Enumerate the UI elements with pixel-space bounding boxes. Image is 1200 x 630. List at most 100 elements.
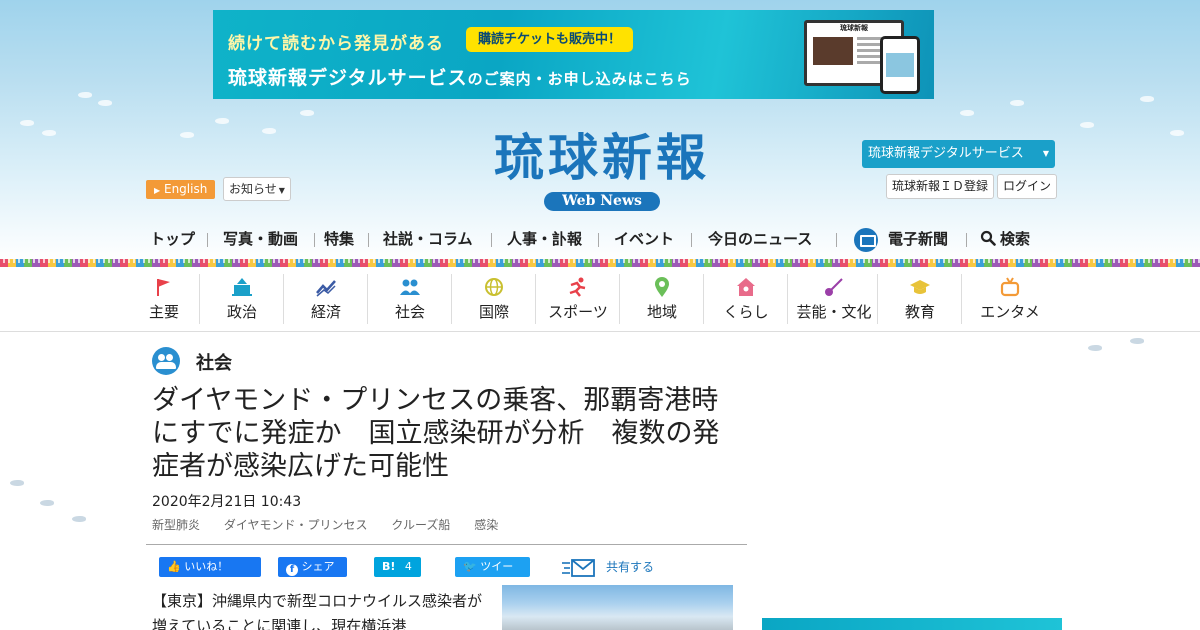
category-label: エンタメ — [980, 303, 1040, 321]
category-label: スポーツ — [548, 303, 608, 321]
category-label: 社会 — [394, 303, 425, 321]
category-society[interactable]: 社会 — [384, 274, 436, 326]
hatena-bookmark-button[interactable]: B! 4 — [374, 557, 421, 577]
digital-service-label: 琉球新報デジタルサービス — [868, 146, 1024, 161]
category-international[interactable]: 国際 — [468, 274, 520, 326]
facebook-share-button[interactable]: f シェア — [278, 557, 347, 577]
twitter-icon: 🐦 — [463, 560, 477, 573]
main-nav: トップ 写真・動画 特集 社説・コラム 人事・訃報 イベント 今日のニュース 電… — [146, 226, 1056, 254]
fish-decoration — [72, 516, 86, 522]
mail-share-label: 共有する — [606, 560, 655, 574]
category-entertainment[interactable]: エンタメ — [970, 274, 1050, 326]
fish-decoration — [180, 132, 194, 138]
nav-divider-line — [0, 331, 1200, 332]
fish-decoration — [960, 110, 974, 116]
banner-headline: 琉球新報デジタルサービスのご案内・お申し込みはこちら — [228, 63, 692, 90]
nav-divider — [207, 233, 208, 247]
laptop-masthead: 琉球新報 — [840, 24, 868, 32]
fish-decoration — [1170, 130, 1184, 136]
sidebar-ad[interactable] — [762, 618, 1062, 630]
nav-top[interactable]: トップ — [150, 226, 195, 252]
nav-divider — [691, 233, 692, 247]
nav-personnel[interactable]: 人事・訃報 — [507, 226, 582, 252]
decorative-pattern-strip — [0, 259, 1200, 267]
like-label: いいね！ — [184, 560, 229, 573]
chevron-down-icon: ▼ — [1042, 149, 1049, 158]
article-photo[interactable] — [502, 585, 733, 630]
hatena-icon: B! — [382, 560, 396, 573]
notice-dropdown[interactable]: お知らせ ▼ — [223, 177, 291, 201]
nav-features[interactable]: 特集 — [324, 226, 354, 252]
nav-divider — [598, 233, 599, 247]
nav-digital-label: 電子新聞 — [888, 230, 949, 248]
banner-tagline: 続けて読むから発見がある — [228, 34, 444, 54]
category-nav: 主要 政治 経済 社会 国際 スポーツ 地域 くらし 芸能・文化 教育 エンタメ — [130, 270, 1060, 330]
digital-service-dropdown[interactable]: 琉球新報デジタルサービス ▼ — [862, 140, 1055, 168]
category-region[interactable]: 地域 — [636, 274, 688, 326]
tag-link[interactable]: クルーズ船 — [391, 518, 450, 532]
category-label: 教育 — [904, 303, 935, 321]
nav-divider — [491, 233, 492, 247]
tag-link[interactable]: 感染 — [474, 518, 498, 532]
category-culture[interactable]: 芸能・文化 — [790, 274, 878, 326]
english-label: English — [163, 182, 208, 196]
banner-ticket-badge: 購読チケットも販売中！ — [466, 27, 634, 52]
site-logo[interactable]: 琉球新報 Web News — [452, 128, 752, 211]
tag-link[interactable]: ダイヤモンド・プリンセス — [224, 518, 368, 532]
fish-decoration — [215, 118, 229, 124]
nav-todays-news[interactable]: 今日のニュース — [708, 226, 812, 252]
digital-service-banner[interactable]: 続けて読むから発見がある 購読チケットも販売中！ 琉球新報デジタルサービスのご案… — [213, 10, 934, 99]
login-button[interactable]: ログイン — [997, 174, 1058, 199]
category-label: 国際 — [478, 303, 509, 321]
banner-headline-main: 琉球新報デジタルサービス — [228, 67, 468, 89]
logo-name: 琉球新報 — [494, 128, 710, 187]
government-building-icon — [232, 278, 252, 296]
facebook-like-button[interactable]: 👍 いいね！ 100 — [159, 557, 261, 593]
hatena-count: 4 — [404, 560, 412, 573]
nav-divider — [836, 233, 837, 247]
category-politics[interactable]: 政治 — [216, 274, 268, 326]
nav-editorial[interactable]: 社説・コラム — [383, 226, 473, 252]
article-body-text: 【東京】沖縄県内で新型コロナウイルス感染者が増えていることに関連し、現在横浜港 — [152, 592, 483, 630]
fish-decoration — [1080, 122, 1094, 128]
share-label: シェア — [301, 560, 335, 573]
id-register-button[interactable]: 琉球新報ＩＤ登録 — [886, 174, 995, 199]
facebook-icon: f — [286, 564, 298, 576]
nav-events[interactable]: イベント — [614, 226, 674, 252]
nav-divider — [966, 233, 967, 247]
search-icon — [980, 230, 996, 246]
runner-icon — [569, 277, 586, 297]
nav-digital-paper[interactable]: 電子新聞 — [854, 226, 948, 252]
category-economy[interactable]: 経済 — [300, 274, 352, 326]
nav-search[interactable]: 検索 — [980, 226, 1030, 252]
category-main[interactable]: 主要 — [138, 274, 190, 326]
fish-decoration — [20, 120, 34, 126]
category-education[interactable]: 教育 — [894, 274, 946, 326]
nav-photo-video[interactable]: 写真・動画 — [223, 226, 298, 252]
mail-icon — [562, 558, 595, 577]
category-label: 芸能・文化 — [796, 303, 872, 321]
graduation-cap-icon — [910, 280, 930, 294]
device-illustration: 琉球新報 — [802, 14, 922, 96]
chart-line-icon — [316, 280, 336, 297]
nav-search-label: 検索 — [1000, 230, 1031, 248]
thumbs-up-icon: 👍 — [167, 560, 181, 573]
tag-link[interactable]: 新型肺炎 — [152, 518, 200, 532]
fish-decoration — [1088, 345, 1102, 351]
fish-decoration — [10, 480, 24, 486]
chevron-down-icon: ▼ — [278, 186, 285, 195]
category-sports[interactable]: スポーツ — [543, 274, 613, 326]
globe-icon — [485, 278, 503, 296]
tweet-button[interactable]: 🐦 ツイート — [455, 557, 530, 593]
category-label: 政治 — [226, 303, 257, 321]
english-button[interactable]: ▶ English — [146, 180, 216, 199]
nav-divider — [314, 233, 315, 247]
banner-headline-mid: のご案内・お申し込み — [467, 70, 628, 88]
section-label[interactable]: 社会 — [196, 349, 232, 375]
house-icon — [737, 278, 755, 296]
category-life[interactable]: くらし — [720, 274, 772, 326]
fish-decoration — [42, 130, 56, 136]
map-pin-icon — [655, 277, 669, 297]
mail-share-button[interactable]: 共有する — [562, 556, 654, 578]
fish-decoration — [1010, 100, 1024, 106]
